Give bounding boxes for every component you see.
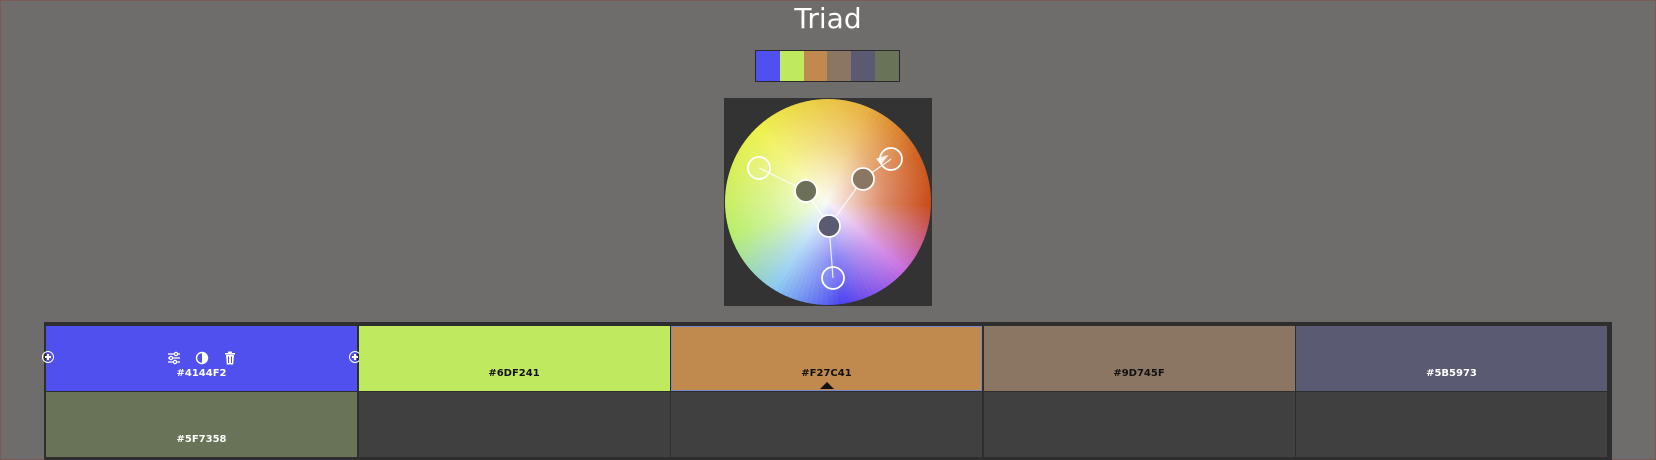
empty-swatch-cell[interactable] [1296, 392, 1607, 457]
swatch-hex-label: #5B5973 [1426, 368, 1477, 379]
swatch-hex-label: #6DF241 [488, 368, 540, 379]
swatch-hex-label: #9D745F [1113, 368, 1165, 379]
color-wheel-panel [724, 98, 932, 306]
color-swatch-cell[interactable]: #5F7358 [46, 392, 357, 457]
color-swatch-cell[interactable]: #9D745F [983, 326, 1295, 391]
empty-swatch-cell[interactable] [671, 392, 982, 457]
preview-swatch [756, 51, 780, 81]
empty-swatch-cell[interactable] [983, 392, 1295, 457]
swatch-hex-label: #4144F2 [176, 368, 227, 379]
preview-swatch [851, 51, 876, 81]
selected-caret-icon [819, 382, 834, 389]
swatch-hex-label: #5F7358 [176, 434, 227, 445]
preview-swatch [779, 51, 804, 81]
swatch-hex-label: #F27C41 [801, 368, 852, 379]
wheel-handle[interactable] [747, 156, 771, 180]
add-before-icon[interactable] [42, 351, 54, 363]
page-title: Triad [794, 2, 862, 35]
color-swatch-cell[interactable]: #4144F2 [42, 326, 361, 391]
wheel-handle[interactable] [879, 147, 903, 171]
wheel-handle[interactable] [851, 167, 875, 191]
preview-swatch [803, 51, 828, 81]
color-swatch-cell[interactable]: #5B5973 [1296, 326, 1607, 391]
wheel-handle[interactable] [794, 179, 818, 203]
color-swatch-cell[interactable]: #F27C41 [671, 326, 982, 391]
preview-swatch [875, 51, 899, 81]
preview-swatch [827, 51, 852, 81]
empty-swatch-cell[interactable] [358, 392, 670, 457]
color-wheel[interactable] [724, 98, 932, 306]
palette-preview-strip [755, 50, 900, 82]
trash-icon[interactable] [222, 350, 238, 366]
color-swatch-cell[interactable]: #6DF241 [358, 326, 670, 391]
wheel-handle[interactable] [817, 214, 841, 238]
wheel-handle[interactable] [821, 266, 845, 290]
swatch-toolbar [46, 350, 357, 366]
palette-editor: #4144F2 #6DF241 #F27C41 #9D745F #5B5973 #5F73… [42, 322, 1612, 460]
contrast-icon[interactable] [194, 350, 210, 366]
sliders-icon[interactable] [166, 350, 182, 366]
